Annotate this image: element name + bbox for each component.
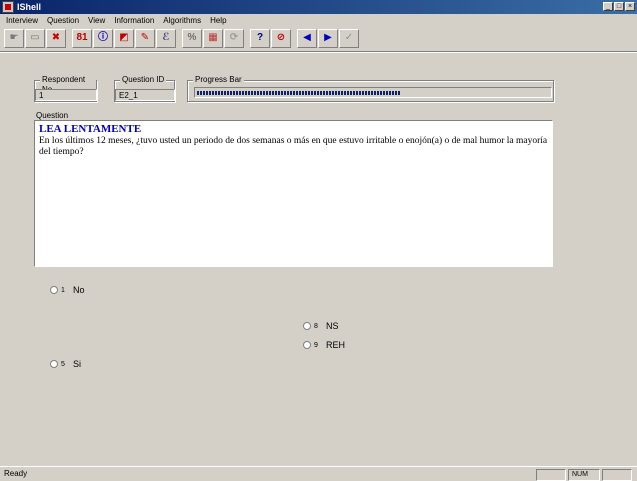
pointer-button[interactable]: ☛ xyxy=(4,28,24,48)
toolbar: ☛ ▭ ✖ 81 ⓘ ◩ ✎ ℰ% ▦ ⟳? ⊘ ◀ ▶ ✓ xyxy=(4,28,360,48)
menu-information[interactable]: Information xyxy=(114,14,154,27)
window-title: IShell xyxy=(17,2,42,12)
radio-circle-icon[interactable] xyxy=(303,341,311,349)
menu-question[interactable]: Question xyxy=(47,14,79,27)
answer-code: 5 xyxy=(61,360,65,368)
answer-label: REH xyxy=(326,340,346,350)
edit-pencil-button[interactable]: ✎ xyxy=(135,28,155,48)
question-text: En los últimos 12 meses, ¿tuvo usted un … xyxy=(39,136,548,157)
question-id-field: E2_1 xyxy=(115,89,175,101)
back-arrow-icon: ◀ xyxy=(303,32,311,43)
close-button[interactable]: × xyxy=(625,2,635,11)
stop-button[interactable]: ⊘ xyxy=(271,28,291,48)
red-flag-icon: ◩ xyxy=(119,32,129,43)
answer-radio-8[interactable]: 8 NS xyxy=(303,321,339,331)
question-id-label: Question ID xyxy=(120,75,167,85)
forward-arrow-button[interactable]: ▶ xyxy=(318,28,338,48)
app-icon[interactable] xyxy=(2,1,14,13)
checkmark-button[interactable]: ✓ xyxy=(339,28,359,48)
info-book-button[interactable]: 81 xyxy=(72,28,92,48)
menu-algorithms[interactable]: Algorithms xyxy=(163,14,201,27)
radio-circle-icon[interactable] xyxy=(50,286,58,294)
calculator-icon: % xyxy=(187,32,197,43)
status-bar: Ready NUM xyxy=(0,466,637,481)
delete-x-icon: ✖ xyxy=(51,32,61,43)
menu-help[interactable]: Help xyxy=(210,14,226,27)
answer-code: 8 xyxy=(314,322,318,330)
check-mark-button[interactable]: ℰ xyxy=(156,28,176,48)
stop-icon: ⊘ xyxy=(276,32,286,43)
help-question-button[interactable]: ? xyxy=(250,28,270,48)
question-heading: LEA LENTAMENTE xyxy=(39,123,142,135)
answer-radio-9[interactable]: 9 REH xyxy=(303,340,345,350)
respondent-field: 1 xyxy=(35,89,97,101)
refresh-button[interactable]: ⟳ xyxy=(224,28,244,48)
notepad-button[interactable]: ▭ xyxy=(25,28,45,48)
maximize-button[interactable]: □ xyxy=(614,2,624,11)
edit-pencil-icon: ✎ xyxy=(140,32,150,43)
pointer-icon: ☛ xyxy=(9,32,19,43)
back-arrow-button[interactable]: ◀ xyxy=(297,28,317,48)
radio-circle-icon[interactable] xyxy=(303,322,311,330)
answer-label: No xyxy=(73,285,85,295)
answer-radio-5[interactable]: 5 Si xyxy=(50,359,81,369)
progress-bar xyxy=(194,87,552,98)
progress-fill xyxy=(197,91,401,95)
window-controls: _ □ × xyxy=(603,2,635,11)
answer-label: NS xyxy=(326,321,339,331)
menu-view[interactable]: View xyxy=(88,14,105,27)
status-pane-blank xyxy=(536,469,566,481)
status-pane-blank xyxy=(602,469,632,481)
calculator-button[interactable]: % xyxy=(182,28,202,48)
help-question-icon: ? xyxy=(256,32,264,43)
forward-arrow-icon: ▶ xyxy=(324,32,332,43)
answer-code: 1 xyxy=(61,286,65,294)
answer-label: Si xyxy=(73,359,82,369)
status-text: Ready xyxy=(4,469,28,478)
title-bar: IShell _ □ × xyxy=(0,0,637,14)
answer-code: 9 xyxy=(314,341,318,349)
chart-icon: ▦ xyxy=(208,32,218,43)
menu-bar: Interview Question View Information Algo… xyxy=(0,14,637,27)
checkmark-icon: ✓ xyxy=(344,32,354,43)
progress-label: Progress Bar xyxy=(193,75,244,85)
status-num: NUM xyxy=(568,469,600,481)
toolbar-divider xyxy=(0,51,637,53)
info-button[interactable]: ⓘ xyxy=(93,28,113,48)
refresh-icon: ⟳ xyxy=(229,32,239,43)
delete-x-button[interactable]: ✖ xyxy=(46,28,66,48)
chart-button[interactable]: ▦ xyxy=(203,28,223,48)
answer-radio-1[interactable]: 1 No xyxy=(50,285,85,295)
question-panel: LEA LENTAMENTE En los últimos 12 meses, … xyxy=(34,120,553,267)
check-mark-icon: ℰ xyxy=(162,32,170,43)
minimize-button[interactable]: _ xyxy=(603,2,613,11)
red-flag-button[interactable]: ◩ xyxy=(114,28,134,48)
info-book-icon: 81 xyxy=(76,32,88,43)
radio-circle-icon[interactable] xyxy=(50,360,58,368)
info-icon: ⓘ xyxy=(98,32,108,43)
menu-interview[interactable]: Interview xyxy=(6,14,38,27)
notepad-icon: ▭ xyxy=(30,32,40,43)
